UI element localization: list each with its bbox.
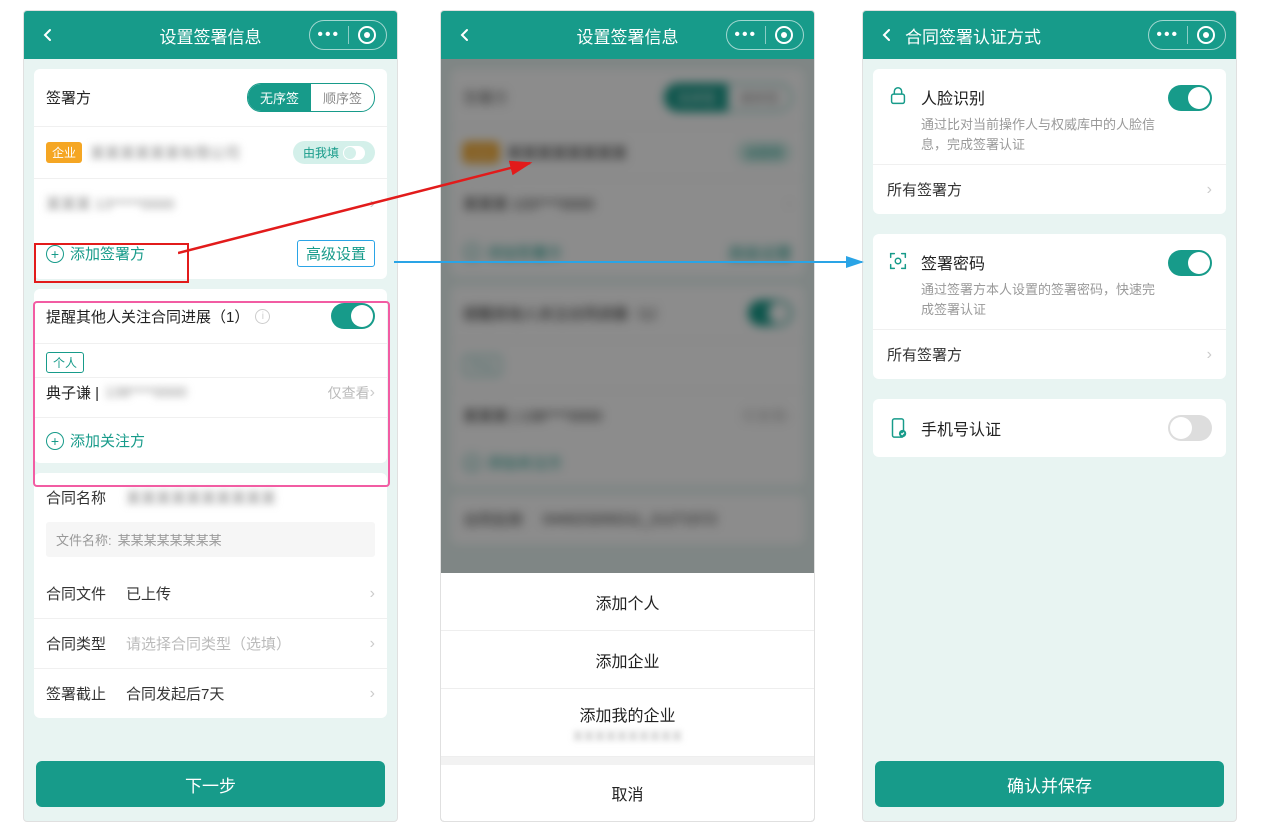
back-button[interactable]: [451, 21, 479, 49]
contract-file-row[interactable]: 合同文件 已上传 ›: [34, 569, 387, 618]
auth-password-card: 签署密码 通过签署方本人设置的签署密码，快速完成签署认证 所有签署方 ›: [873, 234, 1226, 379]
header-title: 设置签署信息: [160, 23, 262, 48]
contract-name-row[interactable]: 合同名称 某某某某某某某某某某: [34, 473, 387, 522]
bottom-bar: 下一步: [24, 751, 397, 821]
follower-card: 提醒其他人关注合同进展（1） i 个人 典子谦 | 138****0000 仅查…: [34, 289, 387, 463]
add-follower-button[interactable]: + 添加关注方: [46, 430, 145, 451]
advanced-settings-link[interactable]: 高级设置: [297, 240, 375, 267]
face-lock-icon: [887, 85, 909, 107]
chevron-left-icon: [41, 28, 55, 42]
close-miniapp-icon[interactable]: [349, 26, 387, 44]
auth-face-desc: 通过比对当前操作人与权威库中的人脸信息，完成签署认证: [921, 115, 1156, 154]
person-tag: 个人: [46, 352, 84, 373]
chevron-left-icon: [880, 28, 894, 42]
add-signer-button[interactable]: + 添加签署方: [46, 243, 145, 264]
close-miniapp-icon[interactable]: [1188, 26, 1226, 44]
info-icon[interactable]: i: [255, 309, 270, 324]
fill-by-me-toggle[interactable]: 由我填: [293, 141, 375, 164]
phone-check-icon: [887, 417, 909, 439]
header-title: 合同签署认证方式: [905, 23, 1041, 48]
next-button[interactable]: 下一步: [36, 761, 385, 807]
close-miniapp-icon[interactable]: [766, 26, 804, 44]
action-sheet: 添加个人 添加企业 添加我的企业 某某某某某某某某某某 取消: [441, 573, 814, 821]
deadline-row[interactable]: 签署截止 合同发起后7天 ›: [34, 668, 387, 718]
chevron-right-icon: ›: [1207, 181, 1212, 199]
seg-unordered[interactable]: 无序签: [248, 84, 311, 111]
signer-card: 签署方 无序签 顺序签 企业 某某某某某某有限公司 由我填: [34, 69, 387, 279]
capsule-menu[interactable]: •••: [309, 20, 387, 50]
my-company-sub-redacted: 某某某某某某某某某某: [573, 728, 683, 744]
back-button[interactable]: [34, 21, 62, 49]
cancel-button[interactable]: 取消: [441, 765, 814, 821]
capsule-menu[interactable]: •••: [726, 20, 804, 50]
capsule-menu[interactable]: •••: [1148, 20, 1226, 50]
header-title: 设置签署信息: [577, 23, 679, 48]
mini-toggle-icon: [343, 146, 365, 160]
header: 合同签署认证方式 •••: [863, 11, 1236, 59]
signing-order-segmented[interactable]: 无序签 顺序签: [247, 83, 375, 112]
back-button[interactable]: [873, 21, 901, 49]
org-name-redacted: 某某某某某某有限公司: [90, 142, 240, 163]
file-name-row: 文件名称: 某某某某某某某某: [46, 522, 375, 557]
chevron-right-icon: ›: [370, 685, 375, 703]
bottom-bar: 确认并保存: [863, 751, 1236, 821]
auth-phone-card: 手机号认证: [873, 399, 1226, 457]
chevron-right-icon: ›: [370, 635, 375, 653]
auth-phone-title: 手机号认证: [921, 416, 1156, 440]
confirm-save-button[interactable]: 确认并保存: [875, 761, 1224, 807]
phone-screen-2: 设置签署信息 ••• 签署方 无序签顺序签 企业某某某某某某某某由我填 某某某 …: [440, 10, 815, 822]
option-add-person[interactable]: 添加个人: [441, 573, 814, 631]
plus-circle-icon: +: [46, 432, 64, 450]
auth-password-toggle[interactable]: [1168, 250, 1212, 276]
auth-phone-toggle[interactable]: [1168, 415, 1212, 441]
chevron-right-icon: ›: [370, 195, 375, 213]
follow-toggle[interactable]: [331, 303, 375, 329]
auth-password-title: 签署密码: [921, 250, 1156, 274]
more-icon[interactable]: •••: [1149, 26, 1187, 44]
auth-password-desc: 通过签署方本人设置的签署密码，快速完成签署认证: [921, 280, 1156, 319]
auth-face-title: 人脸识别: [921, 85, 1156, 109]
auth-face-card: 人脸识别 通过比对当前操作人与权威库中的人脸信息，完成签署认证 所有签署方 ›: [873, 69, 1226, 214]
more-icon[interactable]: •••: [310, 26, 348, 44]
follower-name: 典子谦 |: [46, 382, 99, 403]
follower-row[interactable]: 典子谦 | 138****0000 仅查看 ›: [34, 377, 387, 417]
chevron-right-icon: ›: [370, 585, 375, 603]
header: 设置签署信息 •••: [441, 11, 814, 59]
auth-face-scope[interactable]: 所有签署方 ›: [873, 164, 1226, 214]
content-body: 签署方 无序签 顺序签 企业 某某某某某某有限公司 由我填: [24, 59, 397, 751]
view-only-label: 仅查看: [328, 383, 370, 403]
auth-face-toggle[interactable]: [1168, 85, 1212, 111]
auth-methods-body: 人脸识别 通过比对当前操作人与权威库中的人脸信息，完成签署认证 所有签署方 ›: [863, 59, 1236, 751]
phone-screen-1: 设置签署信息 ••• 签署方 无序签 顺序签: [23, 10, 398, 822]
signer-detail-row[interactable]: 某某某 13*****0000 ›: [34, 178, 387, 228]
seg-ordered[interactable]: 顺序签: [311, 84, 374, 111]
more-icon[interactable]: •••: [727, 26, 765, 44]
contract-type-row[interactable]: 合同类型 请选择合同类型（选填） ›: [34, 618, 387, 668]
contract-info-card: 合同名称 某某某某某某某某某某 文件名称: 某某某某某某某某 合同文件 已上传 …: [34, 473, 387, 718]
phone-screen-3: 合同签署认证方式 ••• 人脸识别 通过比对当前操作人与权威库中: [862, 10, 1237, 822]
option-add-company[interactable]: 添加企业: [441, 631, 814, 689]
plus-circle-icon: +: [46, 245, 64, 263]
chevron-left-icon: [458, 28, 472, 42]
header: 设置签署信息 •••: [24, 11, 397, 59]
org-tag: 企业: [46, 142, 82, 163]
option-add-my-company[interactable]: 添加我的企业 某某某某某某某某某某: [441, 689, 814, 757]
scan-icon: [887, 250, 909, 272]
chevron-right-icon: ›: [1207, 346, 1212, 364]
follow-title: 提醒其他人关注合同进展（1）: [46, 306, 249, 327]
chevron-right-icon: ›: [370, 384, 375, 402]
signer-section-title: 签署方: [46, 87, 91, 108]
auth-password-scope[interactable]: 所有签署方 ›: [873, 329, 1226, 379]
